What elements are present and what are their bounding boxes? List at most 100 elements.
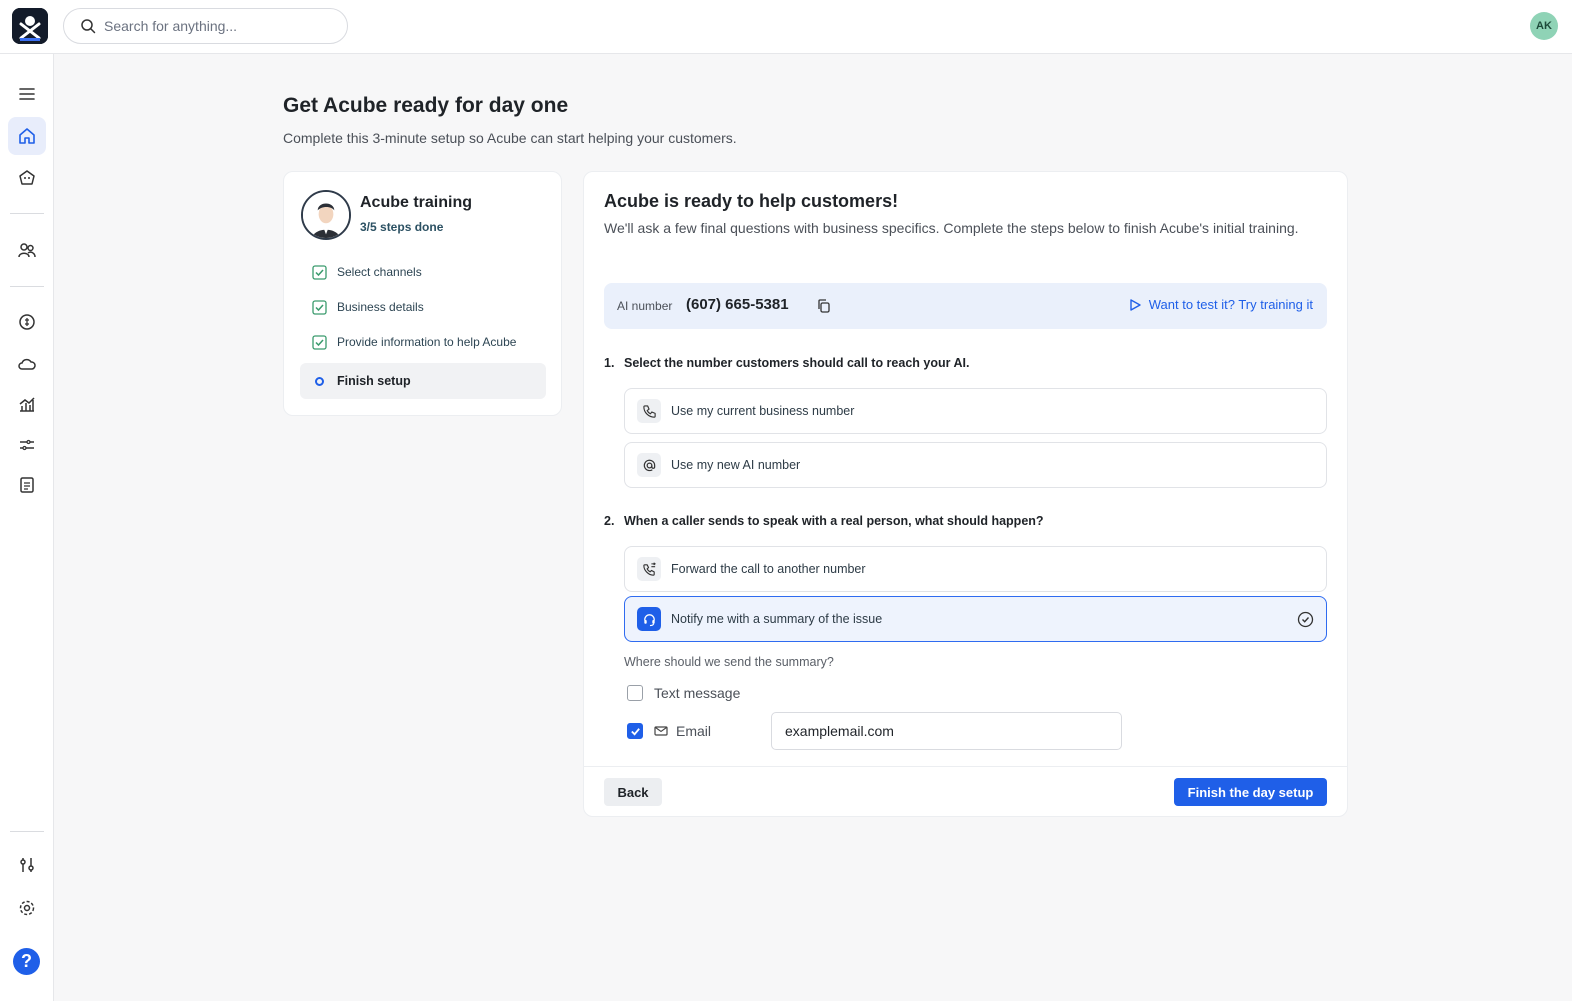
step-label: Finish setup	[337, 374, 411, 388]
checkbox-checked-icon	[312, 299, 327, 315]
coach-avatar	[301, 190, 351, 240]
nav-workflows[interactable]	[8, 426, 46, 464]
search-box[interactable]	[63, 8, 348, 44]
users-icon	[18, 243, 36, 258]
test-training-link[interactable]: Want to test it? Try training it	[1128, 297, 1313, 312]
training-steps-card: Acube training 3/5 steps done Select cha…	[283, 171, 562, 416]
test-link-label: Want to test it? Try training it	[1148, 297, 1313, 312]
option-icon-box	[637, 607, 661, 631]
question-number: 2.	[604, 514, 615, 528]
option-icon-box	[637, 399, 661, 423]
training-progress: 3/5 steps done	[360, 220, 444, 234]
step-business-details[interactable]: Business details	[300, 290, 546, 324]
ai-number-label: AI number	[617, 299, 673, 313]
nav-ai[interactable]	[8, 159, 46, 197]
step-select-channels[interactable]: Select channels	[300, 255, 546, 289]
finish-setup-card: Acube is ready to help customers! We'll …	[583, 171, 1348, 817]
user-avatar[interactable]: AK	[1530, 12, 1558, 40]
page-title: Get Acube ready for day one	[283, 94, 569, 117]
option-current-business-number[interactable]: Use my current business number	[624, 388, 1327, 434]
page-subtitle: Complete this 3-minute setup so Acube ca…	[283, 130, 737, 146]
step-label: Select channels	[337, 265, 422, 279]
play-icon	[1130, 298, 1141, 311]
coin-icon	[19, 314, 35, 330]
option-label: Forward the call to another number	[671, 562, 866, 576]
option-label: Use my new AI number	[671, 458, 801, 472]
nav-cloud[interactable]	[8, 345, 46, 383]
email-option[interactable]: Email	[627, 723, 711, 739]
option-icon-box	[637, 557, 661, 581]
ai-number-bar: AI number (607) 665-5381 Want to test it…	[604, 283, 1327, 329]
email-field[interactable]	[771, 712, 1122, 750]
checkbox-checked-icon	[312, 334, 327, 350]
nav-billing[interactable]	[8, 303, 46, 341]
finish-setup-button[interactable]: Finish the day setup	[1174, 778, 1327, 806]
sidebar: ?	[0, 54, 54, 1001]
text-message-option[interactable]: Text message	[627, 685, 740, 701]
nav-home[interactable]	[8, 117, 46, 155]
back-button[interactable]: Back	[604, 778, 662, 806]
summary-question: Where should we send the summary?	[624, 655, 834, 669]
card-footer-divider	[584, 766, 1347, 767]
current-step-icon	[315, 376, 324, 386]
sidebar-divider	[10, 831, 44, 832]
email-checkbox[interactable]	[627, 723, 643, 739]
home-icon	[19, 128, 35, 144]
nav-integrations[interactable]	[8, 846, 46, 884]
nav-reports[interactable]	[8, 466, 46, 504]
phone-forward-icon	[642, 561, 656, 576]
question-1: 1. Select the number customers should cal…	[604, 356, 969, 370]
mail-icon	[654, 726, 668, 736]
nav-analytics[interactable]	[8, 385, 46, 423]
option-label: Notify me with a summary of the issue	[671, 612, 883, 626]
card-description: We'll ask a few final questions with bus…	[604, 220, 1299, 236]
check-circle-icon	[1297, 611, 1314, 628]
option-forward-call[interactable]: Forward the call to another number	[624, 546, 1327, 592]
option-notify-summary[interactable]: Notify me with a summary of the issue	[624, 596, 1327, 642]
flow-icon	[20, 439, 34, 451]
sidebar-divider	[10, 286, 44, 287]
nav-settings[interactable]	[8, 889, 46, 927]
sidebar-divider	[10, 213, 44, 214]
step-provide-information[interactable]: Provide information to help Acube	[300, 325, 546, 359]
cloud-icon	[18, 358, 36, 370]
question-2: 2. When a caller sends to speak with a re…	[604, 514, 1044, 528]
email-label: Email	[676, 723, 712, 739]
search-input[interactable]	[104, 18, 324, 34]
person-icon	[303, 192, 349, 238]
question-icon: ?	[21, 951, 32, 971]
checkbox-checked-icon	[312, 264, 327, 280]
at-sign-icon	[643, 459, 655, 471]
gear-icon	[19, 900, 35, 916]
chart-icon	[19, 397, 35, 412]
help-button[interactable]: ?	[13, 948, 40, 975]
training-title: Acube training	[360, 194, 473, 211]
checkmark-icon	[630, 727, 640, 736]
hamburger-icon	[19, 88, 35, 100]
nav-contacts[interactable]	[8, 231, 46, 269]
ai-number-value: (607) 665-5381	[686, 296, 789, 313]
card-title: Acube is ready to help customers!	[604, 191, 899, 211]
search-icon	[81, 19, 96, 34]
step-label: Provide information to help Acube	[337, 335, 517, 349]
logo-icon	[12, 8, 48, 44]
question-text: Select the number customers should call …	[624, 356, 970, 370]
option-icon-box	[637, 453, 661, 477]
question-text: When a caller sends to speak with a real…	[624, 514, 1044, 528]
top-bar: AK	[0, 0, 1572, 54]
option-label: Use my current business number	[671, 404, 855, 418]
copy-icon[interactable]	[816, 298, 832, 314]
sliders-icon	[20, 858, 34, 872]
app-logo[interactable]	[12, 8, 48, 44]
step-finish-setup[interactable]: Finish setup	[300, 363, 546, 399]
robot-icon	[19, 170, 35, 185]
headset-icon	[643, 613, 655, 626]
question-number: 1.	[604, 356, 615, 370]
text-message-checkbox[interactable]	[627, 685, 643, 701]
document-icon	[20, 477, 34, 493]
step-label: Business details	[337, 300, 424, 314]
phone-icon	[642, 404, 656, 418]
menu-button[interactable]	[8, 75, 46, 113]
option-new-ai-number[interactable]: Use my new AI number	[624, 442, 1327, 488]
text-message-label: Text message	[654, 685, 741, 701]
